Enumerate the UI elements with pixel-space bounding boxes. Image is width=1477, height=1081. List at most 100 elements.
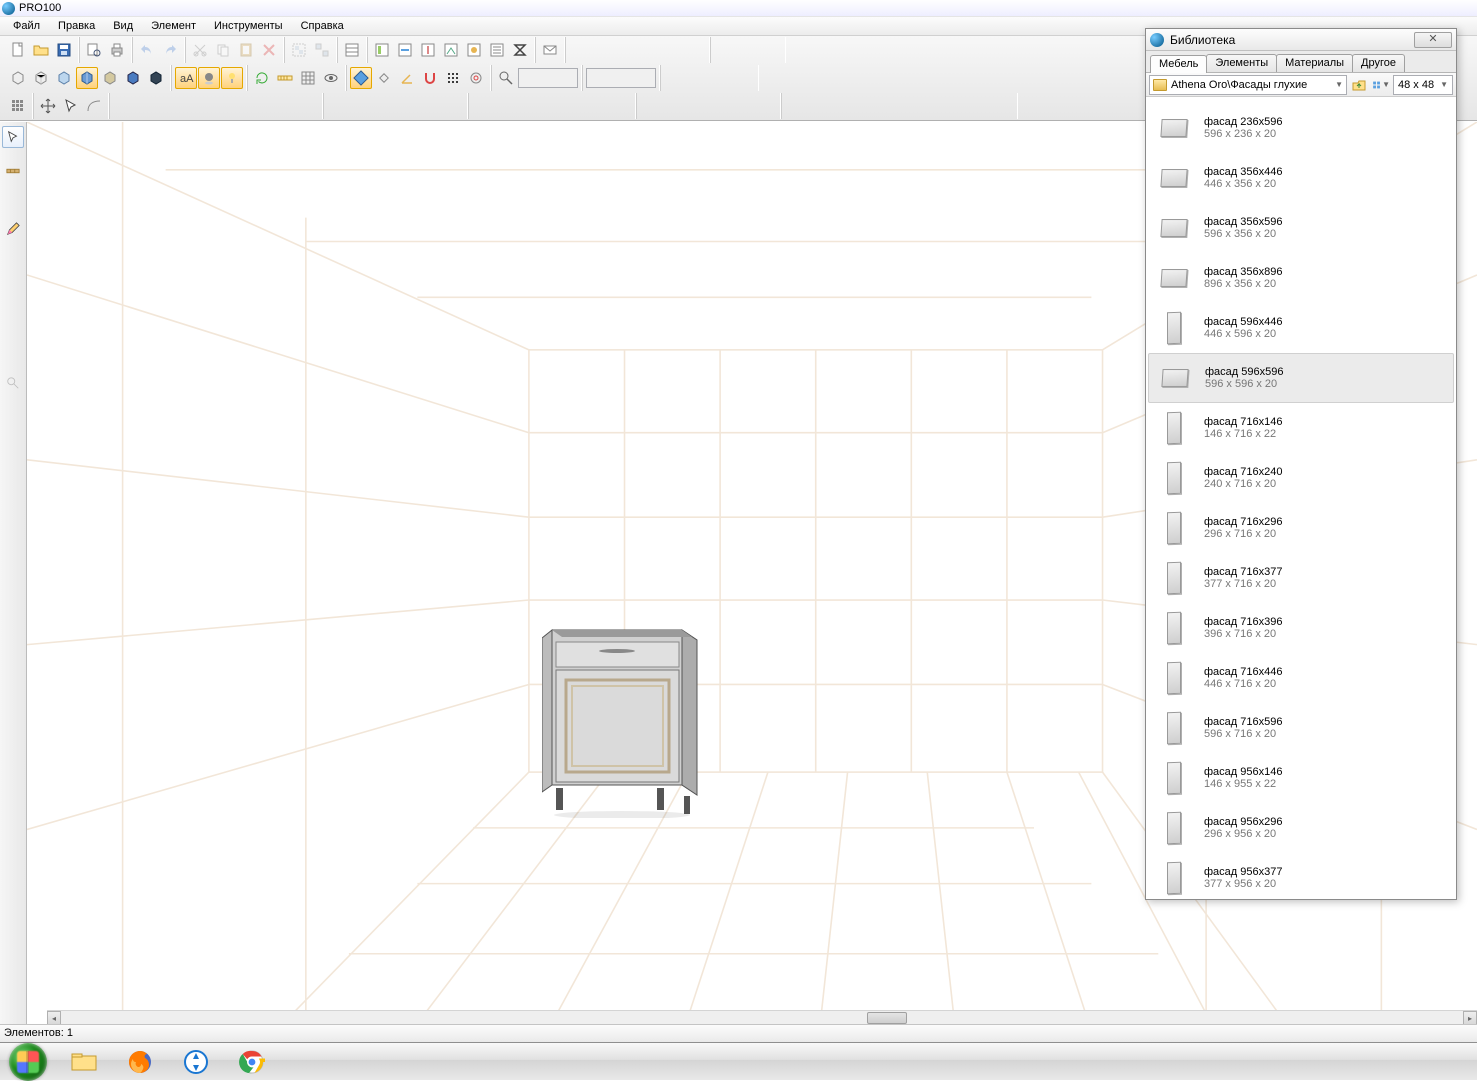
- tool-select-icon[interactable]: [2, 126, 24, 148]
- tool-wall-icon[interactable]: [2, 160, 24, 182]
- library-item[interactable]: фасад 356x596596 x 356 x 20: [1148, 203, 1454, 253]
- task-chrome[interactable]: [226, 1045, 278, 1079]
- snap-diamond-icon[interactable]: [373, 67, 395, 89]
- b5-icon[interactable]: [419, 95, 441, 117]
- a2-icon[interactable]: [136, 95, 158, 117]
- library-item[interactable]: фасад 716x596596 x 716 x 20: [1148, 703, 1454, 753]
- snap-angle-icon[interactable]: [396, 67, 418, 89]
- snap-grid-icon[interactable]: [442, 67, 464, 89]
- dim4-icon[interactable]: [733, 67, 755, 89]
- cut-icon[interactable]: [189, 39, 211, 61]
- e3-icon[interactable]: [831, 95, 853, 117]
- new-file-icon[interactable]: [7, 39, 29, 61]
- delete-icon[interactable]: [258, 39, 280, 61]
- b6-icon[interactable]: [442, 95, 464, 117]
- d3-icon[interactable]: [686, 95, 708, 117]
- view-full-icon[interactable]: [145, 67, 167, 89]
- library-item[interactable]: фасад 956x377377 x 956 x 20: [1148, 853, 1454, 899]
- d2-icon[interactable]: [663, 95, 685, 117]
- eye-icon[interactable]: [320, 67, 342, 89]
- dim1-icon[interactable]: [664, 67, 686, 89]
- tool-p6-icon[interactable]: [2, 338, 24, 360]
- b2-icon[interactable]: [350, 95, 372, 117]
- snap-magnet-icon[interactable]: [419, 67, 441, 89]
- c5-icon[interactable]: [564, 95, 586, 117]
- library-item[interactable]: фасад 716x296296 x 716 x 20: [1148, 503, 1454, 553]
- a1-icon[interactable]: [113, 95, 135, 117]
- scroll-thumb[interactable]: [867, 1012, 907, 1024]
- report1-icon[interactable]: [371, 39, 393, 61]
- task-explorer[interactable]: [58, 1045, 110, 1079]
- ruler-icon[interactable]: [274, 67, 296, 89]
- e4-icon[interactable]: [854, 95, 876, 117]
- e8-icon[interactable]: [946, 95, 968, 117]
- dim2-icon[interactable]: [687, 67, 709, 89]
- refresh-icon[interactable]: [251, 67, 273, 89]
- c6-icon[interactable]: [587, 95, 609, 117]
- undo-icon[interactable]: [136, 39, 158, 61]
- tool-p2-icon[interactable]: [2, 242, 24, 264]
- tool-p3-icon[interactable]: [2, 266, 24, 288]
- d5-icon[interactable]: [732, 95, 754, 117]
- menu-help[interactable]: Справка: [294, 18, 351, 34]
- library-list[interactable]: фасад 236x596596 x 236 x 20 фасад 356x44…: [1146, 97, 1456, 899]
- tool-pencil-icon[interactable]: [2, 218, 24, 240]
- view-textured-icon[interactable]: [99, 67, 121, 89]
- e6-icon[interactable]: [900, 95, 922, 117]
- e9-icon[interactable]: [969, 95, 991, 117]
- library-item[interactable]: фасад 596x596596 x 596 x 20: [1148, 353, 1454, 403]
- pointer2-icon[interactable]: [60, 95, 82, 117]
- c2-icon[interactable]: [495, 95, 517, 117]
- library-viewmode-button[interactable]: ▼: [1371, 75, 1391, 95]
- move-icon[interactable]: [37, 95, 59, 117]
- e10-icon[interactable]: [992, 95, 1014, 117]
- align4-icon[interactable]: [638, 39, 660, 61]
- sigma-icon[interactable]: [509, 39, 531, 61]
- menu-edit[interactable]: Правка: [51, 18, 102, 34]
- copy-icon[interactable]: [212, 39, 234, 61]
- view-wireframe-icon[interactable]: [7, 67, 29, 89]
- menu-element[interactable]: Элемент: [144, 18, 203, 34]
- align6-icon[interactable]: [684, 39, 706, 61]
- start-button[interactable]: [2, 1045, 54, 1079]
- library-path-combo[interactable]: Athena Oro\Фасады глухие ▼: [1149, 75, 1347, 95]
- align3-icon[interactable]: [615, 39, 637, 61]
- library-item[interactable]: фасад 956x146146 x 955 x 22: [1148, 753, 1454, 803]
- report2-icon[interactable]: [394, 39, 416, 61]
- flip2-icon[interactable]: [737, 39, 759, 61]
- a5-icon[interactable]: [205, 95, 227, 117]
- e2-icon[interactable]: [808, 95, 830, 117]
- scroll-left-icon[interactable]: ◂: [47, 1011, 61, 1025]
- a6-icon[interactable]: [228, 95, 250, 117]
- menu-tools[interactable]: Инструменты: [207, 18, 290, 34]
- a9-icon[interactable]: [297, 95, 319, 117]
- zoom-input[interactable]: [518, 68, 578, 88]
- e5-icon[interactable]: [877, 95, 899, 117]
- value-input[interactable]: [586, 68, 656, 88]
- report3-icon[interactable]: [417, 39, 439, 61]
- report4-icon[interactable]: [440, 39, 462, 61]
- library-item[interactable]: фасад 716x377377 x 716 x 20: [1148, 553, 1454, 603]
- a7-icon[interactable]: [251, 95, 273, 117]
- lib-tab-furniture[interactable]: Мебель: [1150, 55, 1207, 73]
- open-file-icon[interactable]: [30, 39, 52, 61]
- b3-icon[interactable]: [373, 95, 395, 117]
- toggle-text-icon[interactable]: aA: [175, 67, 197, 89]
- d4-icon[interactable]: [709, 95, 731, 117]
- tool-p1-icon[interactable]: [2, 194, 24, 216]
- library-item[interactable]: фасад 356x896896 x 356 x 20: [1148, 253, 1454, 303]
- group-icon[interactable]: [288, 39, 310, 61]
- e7-icon[interactable]: [923, 95, 945, 117]
- a8-icon[interactable]: [274, 95, 296, 117]
- library-item[interactable]: фасад 716x146146 x 716 x 22: [1148, 403, 1454, 453]
- scroll-right-icon[interactable]: ▸: [1463, 1011, 1477, 1025]
- d1-icon[interactable]: [640, 95, 662, 117]
- library-item[interactable]: фасад 596x446446 x 596 x 20: [1148, 303, 1454, 353]
- library-item[interactable]: фасад 956x296296 x 956 x 20: [1148, 803, 1454, 853]
- align5-icon[interactable]: [661, 39, 683, 61]
- snap-cube-icon[interactable]: [350, 67, 372, 89]
- paste-icon[interactable]: [235, 39, 257, 61]
- viewport-hscroll[interactable]: ◂ ▸: [47, 1010, 1477, 1024]
- grid3d-icon[interactable]: [297, 67, 319, 89]
- cabinet-model[interactable]: [542, 620, 702, 818]
